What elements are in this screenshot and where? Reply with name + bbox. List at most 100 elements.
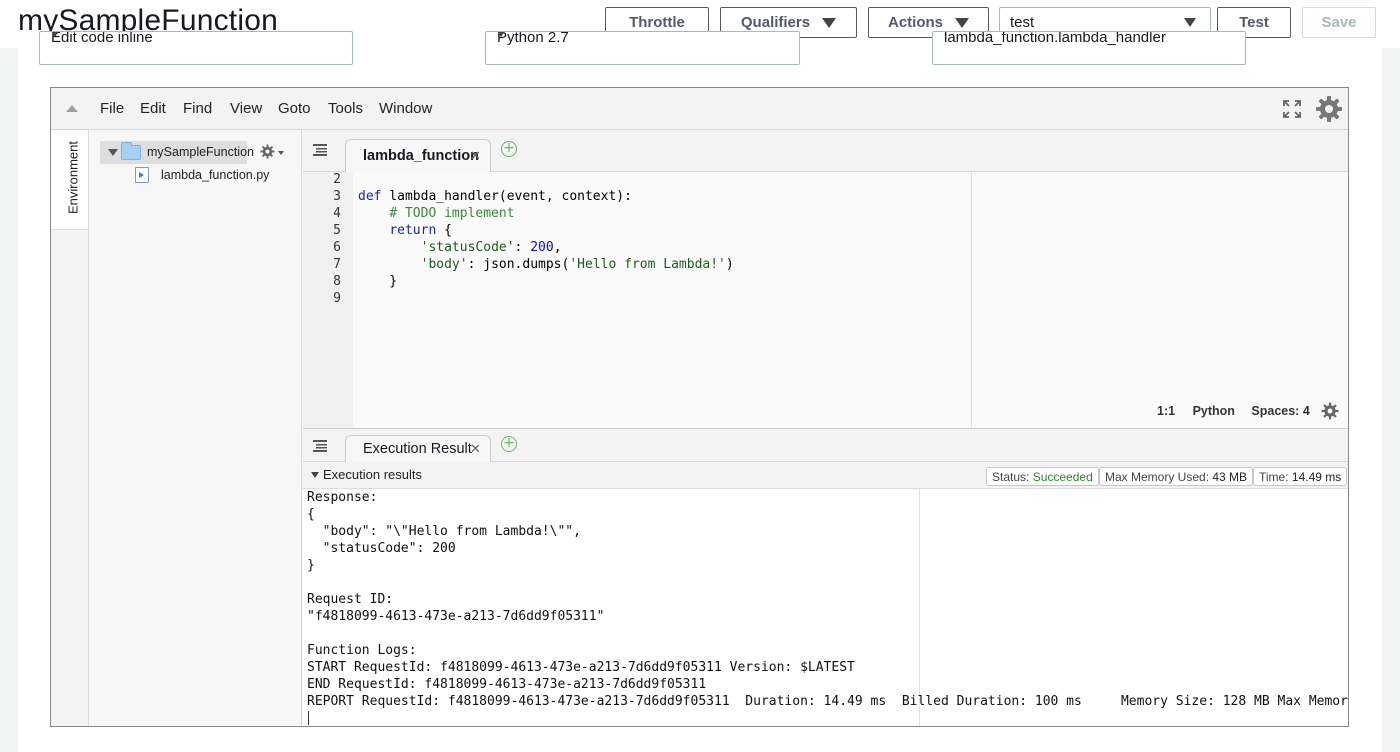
line-number: 8 bbox=[333, 274, 341, 289]
handler-value: lambda_function.lambda_handler bbox=[944, 31, 1166, 46]
environment-tab[interactable]: Environment bbox=[51, 130, 89, 230]
caret-down-icon bbox=[51, 32, 59, 37]
execution-output[interactable]: Response: { "body": "\"Hello from Lambda… bbox=[303, 489, 1348, 726]
editor-margin-area bbox=[972, 172, 1348, 428]
lambda-console: mySampleFunction Throttle Qualifiers Act… bbox=[0, 0, 1400, 752]
code-line: def lambda_handler(event, context): bbox=[358, 188, 632, 205]
output-line: REPORT RequestId: f4818099-4613-473e-a21… bbox=[307, 694, 1348, 709]
expand-arrow-icon[interactable] bbox=[108, 149, 118, 156]
cloud9-editor: File Edit Find View Goto Tools Window En… bbox=[50, 87, 1349, 727]
save-button[interactable]: Save bbox=[1302, 7, 1376, 38]
menu-find[interactable]: Find bbox=[183, 100, 212, 117]
menu-tools[interactable]: Tools bbox=[328, 100, 363, 117]
output-line: "statusCode": 200 bbox=[307, 541, 456, 556]
test-event-value: test bbox=[1010, 14, 1035, 31]
code-token: , bbox=[553, 240, 562, 255]
tab-execution-result[interactable]: Execution Result ✕ bbox=[345, 435, 491, 463]
code-line: 'body': json.dumps('Hello from Lambda!') bbox=[358, 256, 734, 273]
tree-root-folder[interactable]: mySampleFunction bbox=[100, 141, 254, 164]
tab-lambda-function[interactable]: lambda_function ✕ bbox=[345, 139, 491, 173]
indent-setting[interactable]: Spaces: 4 bbox=[1251, 404, 1309, 418]
code-token: { bbox=[436, 223, 452, 238]
throttle-button-label: Throttle bbox=[629, 14, 685, 31]
tree-file-lambda-function[interactable]: lambda_function.py bbox=[161, 168, 269, 182]
status-value: Succeeded bbox=[1032, 470, 1093, 484]
line-number: 3 bbox=[333, 189, 341, 204]
tree-root-label: mySampleFunction bbox=[147, 145, 254, 159]
actions-dropdown-label: Actions bbox=[887, 14, 943, 31]
menu-window[interactable]: Window bbox=[379, 100, 432, 117]
output-line: } bbox=[307, 558, 315, 573]
collapse-triangle-icon[interactable] bbox=[66, 105, 78, 112]
save-button-label: Save bbox=[1321, 14, 1357, 31]
settings-gear-icon[interactable] bbox=[1315, 95, 1343, 123]
code-token: lambda_handler(event, context): bbox=[381, 189, 632, 204]
python-file-icon bbox=[135, 167, 149, 183]
output-line: "f4818099-4613-473e-a213-7d6dd9f05311" bbox=[307, 609, 605, 624]
output-line: END RequestId: f4818099-4613-473e-a213-7… bbox=[307, 677, 707, 692]
output-line: Function Logs: bbox=[307, 643, 417, 658]
code-token: return bbox=[389, 223, 437, 238]
menu-view[interactable]: View bbox=[230, 100, 262, 117]
caret-down-icon[interactable] bbox=[278, 151, 284, 155]
caret-down-icon bbox=[955, 17, 969, 28]
line-number: 4 bbox=[333, 206, 341, 221]
collapse-arrow-icon[interactable] bbox=[311, 472, 319, 478]
output-line: "body": "\"Hello from Lambda!\"", bbox=[307, 524, 581, 539]
code-token: ) bbox=[725, 257, 734, 272]
status-label: Status: bbox=[992, 470, 1030, 484]
test-button-label: Test bbox=[1239, 14, 1269, 31]
memory-value: 43 MB bbox=[1212, 470, 1248, 484]
output-line: { bbox=[307, 507, 315, 522]
fullscreen-icon[interactable] bbox=[1282, 99, 1302, 119]
caret-down-icon bbox=[1184, 18, 1196, 27]
execution-results-label: Execution results bbox=[323, 467, 422, 482]
editor-settings-gear-icon[interactable] bbox=[1321, 402, 1339, 420]
output-line: START RequestId: f4818099-4613-473e-a213… bbox=[307, 660, 855, 675]
menu-edit[interactable]: Edit bbox=[140, 100, 166, 117]
language-mode[interactable]: Python bbox=[1193, 404, 1235, 418]
code-line: } bbox=[358, 274, 398, 289]
close-icon[interactable]: ✕ bbox=[470, 148, 481, 164]
folder-icon bbox=[121, 142, 141, 160]
code-token: : bbox=[514, 240, 531, 255]
environment-tab-label: Environment bbox=[65, 141, 81, 214]
tree-settings-gear-icon[interactable] bbox=[260, 144, 275, 159]
code-string: 'body' bbox=[420, 257, 468, 272]
menu-file[interactable]: File bbox=[100, 100, 124, 117]
code-editor[interactable]: def lambda_handler(event, context): # TO… bbox=[353, 172, 972, 428]
cursor-position[interactable]: 1:1 bbox=[1157, 404, 1175, 418]
code-string: 'Hello from Lambda!' bbox=[569, 257, 726, 272]
handler-input[interactable]: lambda_function.lambda_handler bbox=[932, 31, 1246, 65]
tab-list-icon[interactable] bbox=[313, 440, 327, 452]
tab-list-icon[interactable] bbox=[313, 144, 327, 156]
add-tab-icon[interactable]: + bbox=[501, 436, 517, 452]
code-comment: # TODO implement bbox=[389, 206, 515, 221]
ide-menubar: File Edit Find View Goto Tools Window bbox=[51, 88, 1348, 130]
status-badge: Status: Succeeded bbox=[986, 467, 1099, 486]
side-strip bbox=[51, 230, 89, 726]
result-tab-bar: Execution Result ✕ + bbox=[303, 428, 1348, 463]
file-tree: mySampleFunction lambda_function.py bbox=[89, 130, 302, 726]
menu-goto[interactable]: Goto bbox=[278, 100, 311, 117]
line-number: 7 bbox=[333, 257, 341, 272]
close-icon[interactable]: ✕ bbox=[470, 441, 481, 457]
code-entry-type-select[interactable]: Edit code inline bbox=[39, 31, 353, 65]
output-divider bbox=[919, 489, 920, 726]
execution-results-header: Execution results Status: Succeeded Max … bbox=[303, 462, 1348, 489]
text-cursor bbox=[308, 711, 309, 725]
memory-label: Max Memory Used: bbox=[1105, 470, 1210, 484]
code-token: : json.dumps( bbox=[467, 257, 570, 272]
qualifiers-dropdown-label: Qualifiers bbox=[740, 14, 811, 31]
code-line: return { bbox=[358, 222, 452, 239]
code-line: # TODO implement bbox=[358, 205, 515, 222]
add-tab-icon[interactable]: + bbox=[501, 141, 517, 157]
editor-status-bar: 1:1 Python Spaces: 4 bbox=[1157, 404, 1310, 418]
runtime-value: Python 2.7 bbox=[497, 31, 569, 46]
runtime-select[interactable]: Python 2.7 bbox=[485, 31, 800, 65]
code-line: 'statusCode': 200, bbox=[358, 239, 562, 256]
